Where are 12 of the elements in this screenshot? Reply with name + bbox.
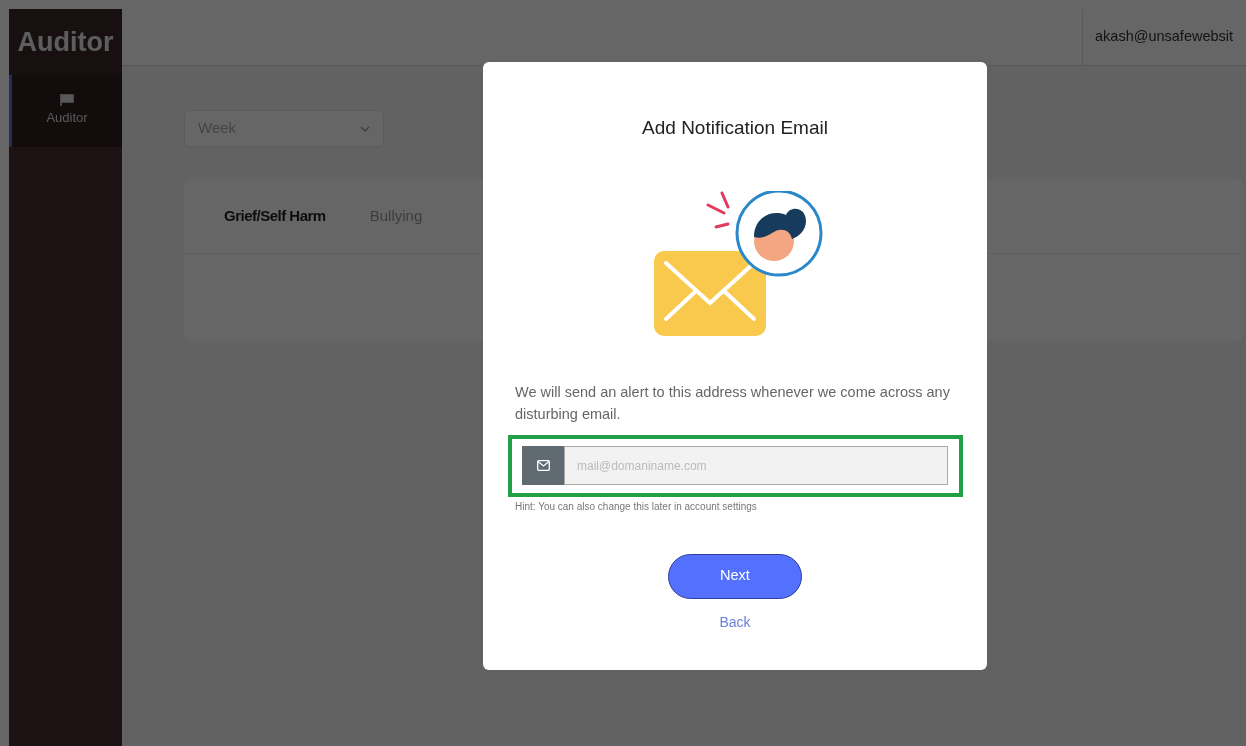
logo: Auditor bbox=[17, 25, 114, 59]
category-tab[interactable]: Grief/Self Harm bbox=[224, 204, 326, 228]
next-button[interactable]: Next bbox=[668, 553, 802, 599]
user-email[interactable]: akash@unsafewebsit bbox=[1095, 26, 1234, 48]
dialog-title: Add Notification Email bbox=[642, 116, 828, 140]
chevron-down-icon bbox=[360, 125, 370, 132]
sidebar-item[interactable]: Auditor bbox=[9, 75, 122, 147]
flag-icon bbox=[60, 94, 74, 107]
back-link[interactable]: Back bbox=[719, 611, 751, 633]
hint-text: Hint: You can also change this later in account settings bbox=[515, 499, 758, 514]
description-text: We will send an alert to this address whenever we come across any disturbing email. bbox=[515, 382, 951, 424]
envelope-icon bbox=[536, 460, 550, 471]
